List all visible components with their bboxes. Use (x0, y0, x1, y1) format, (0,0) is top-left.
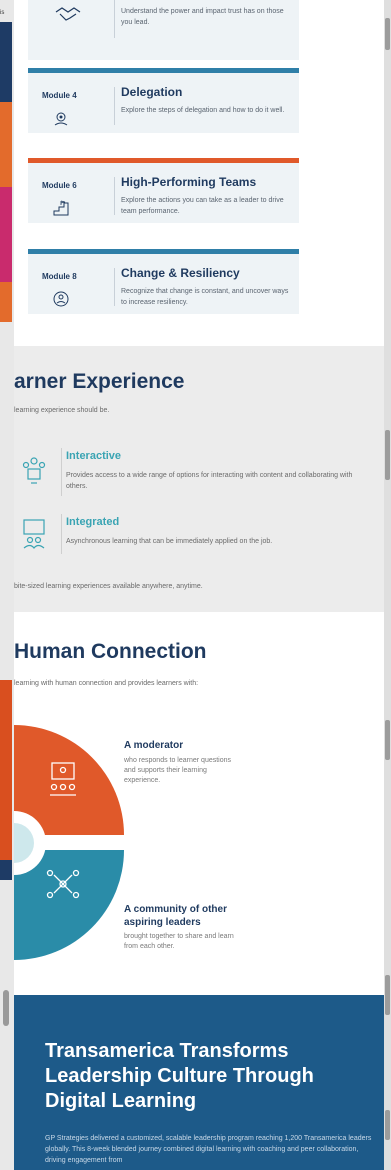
case-study-title[interactable]: Transamerica Transforms Leadership Cultu… (45, 1039, 375, 1114)
module-accent-bar (28, 158, 299, 163)
page-content: Understand the power and impact trust ha… (14, 0, 384, 1170)
module-number: Module 6 (42, 181, 77, 190)
scrollbar-thumb[interactable] (385, 430, 390, 480)
feature-description: Asynchronous learning that can be immedi… (66, 538, 273, 545)
module-number: Module 8 (42, 272, 77, 281)
section-heading: arner Experience (14, 370, 185, 393)
module-card-high-performing-teams[interactable]: Module 6 High-Performing Teams Explore t… (28, 158, 299, 223)
module-number: Module 4 (42, 91, 77, 100)
background-panel-orange (0, 102, 12, 187)
learner-experience-section: arner Experience learning experience sho… (14, 346, 384, 612)
community-description: brought together to share and learn from… (124, 933, 234, 950)
feature-title: Interactive (66, 450, 122, 462)
feature-title: Integrated (66, 516, 120, 528)
interactive-people-icon (22, 457, 46, 484)
background-window-strip: is (0, 0, 14, 1170)
module-card-delegation[interactable]: Module 4 Delegation Explore the steps of… (28, 68, 299, 133)
background-panel-navy (0, 22, 12, 102)
case-study-banner[interactable]: Transamerica Transforms Leadership Cultu… (14, 995, 384, 1170)
module-card-trust: Understand the power and impact trust ha… (28, 0, 299, 60)
module-title: Delegation (121, 85, 183, 99)
background-panel-navy-2 (0, 860, 12, 880)
background-panel-magenta (0, 187, 12, 282)
section-subheading: learning with human connection and provi… (14, 680, 199, 687)
card-divider (114, 0, 115, 38)
moderator-description: who responds to learner questions and su… (124, 757, 232, 784)
background-scroll-handle[interactable] (3, 990, 9, 1026)
module-description: Recognize that change is constant, and u… (121, 288, 289, 306)
scrollbar-track[interactable] (384, 0, 391, 1170)
section-footer-text: bite-sized learning experiences availabl… (14, 583, 203, 590)
feature-divider (61, 514, 62, 554)
moderator-title: A moderator (124, 740, 184, 751)
gear-people-icon (54, 112, 68, 126)
case-study-summary: GP Strategies delivered a customized, sc… (45, 1135, 372, 1164)
human-connection-graphic (14, 725, 124, 960)
background-panel-orange-3 (0, 680, 12, 860)
feature-divider (61, 448, 62, 496)
section-heading: Human Connection (14, 640, 207, 663)
card-divider (114, 268, 115, 306)
module-card-change-resiliency[interactable]: Module 8 Change & Resiliency Recognize t… (28, 249, 299, 314)
feature-description: Provides access to a wide range of optio… (66, 472, 353, 490)
background-panel-orange-2 (0, 282, 12, 322)
cycle-person-icon (53, 291, 69, 307)
card-divider (114, 177, 115, 215)
scrollbar-thumb[interactable] (385, 1110, 390, 1140)
presentation-icon (23, 519, 45, 549)
module-accent-bar (28, 68, 299, 73)
module-description: Understand the power and impact trust ha… (121, 8, 284, 26)
card-divider (114, 87, 115, 125)
handshake-icon (55, 7, 81, 21)
community-title: A community of other aspiring leaders (124, 904, 227, 928)
scrollbar-thumb[interactable] (385, 18, 390, 50)
section-subheading: learning experience should be. (14, 407, 110, 414)
module-title: High-Performing Teams (121, 175, 257, 189)
scrollbar-thumb[interactable] (385, 975, 390, 1015)
background-window-label: is (0, 10, 5, 16)
module-description: Explore the actions you can take as a le… (121, 197, 284, 215)
module-title: Change & Resiliency (121, 266, 240, 280)
module-description: Explore the steps of delegation and how … (121, 107, 285, 114)
scrollbar-thumb[interactable] (385, 720, 390, 760)
steps-flag-icon (53, 200, 69, 216)
module-accent-bar (28, 249, 299, 254)
